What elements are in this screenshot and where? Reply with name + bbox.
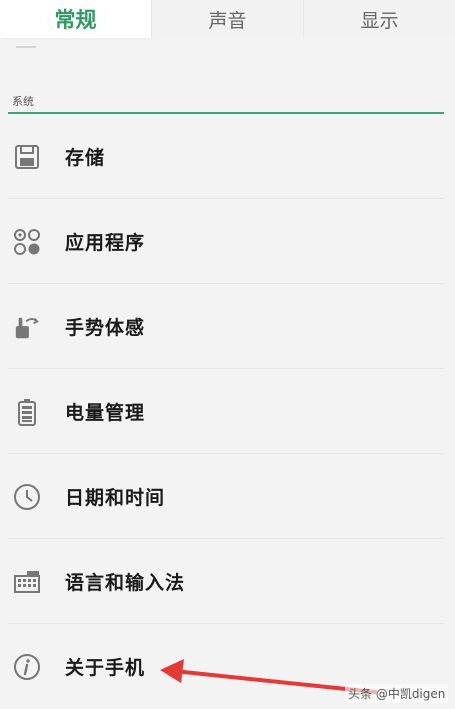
gesture-icon xyxy=(13,313,41,341)
settings-item-storage[interactable]: 存储 xyxy=(0,114,455,199)
settings-item-datetime[interactable]: 日期和时间 xyxy=(0,454,455,539)
settings-item-gesture[interactable]: 手势体感 xyxy=(0,284,455,369)
clock-icon xyxy=(13,483,41,511)
section-header-system: 系统 xyxy=(12,95,34,108)
settings-list: 存储 应用程序 手势体感 电量管理 日期和时间 语言和输入法 关于手机 xyxy=(0,114,455,709)
tab-display[interactable]: 显示 xyxy=(304,0,455,38)
settings-item-label: 日期和时间 xyxy=(65,487,166,509)
tab-sound[interactable]: 声音 xyxy=(152,0,303,38)
apps-icon xyxy=(13,228,41,256)
settings-item-label: 电量管理 xyxy=(65,402,146,424)
settings-item-label: 存储 xyxy=(65,147,106,169)
settings-item-apps[interactable]: 应用程序 xyxy=(0,199,455,284)
settings-item-label: 应用程序 xyxy=(65,232,146,254)
settings-item-battery[interactable]: 电量管理 xyxy=(0,369,455,454)
watermark: 头条 @中凯digen xyxy=(345,684,449,703)
info-icon xyxy=(13,653,41,681)
previous-item-fragment xyxy=(16,46,36,48)
settings-item-label: 关于手机 xyxy=(65,657,146,679)
settings-item-label: 语言和输入法 xyxy=(65,572,186,594)
tab-bar: 常规 声音 显示 xyxy=(0,0,455,38)
tab-general[interactable]: 常规 xyxy=(0,0,151,38)
settings-item-language[interactable]: 语言和输入法 xyxy=(0,539,455,624)
keyboard-icon xyxy=(13,568,41,596)
settings-item-label: 手势体感 xyxy=(65,317,146,339)
battery-icon xyxy=(13,398,41,426)
storage-icon xyxy=(13,143,41,171)
